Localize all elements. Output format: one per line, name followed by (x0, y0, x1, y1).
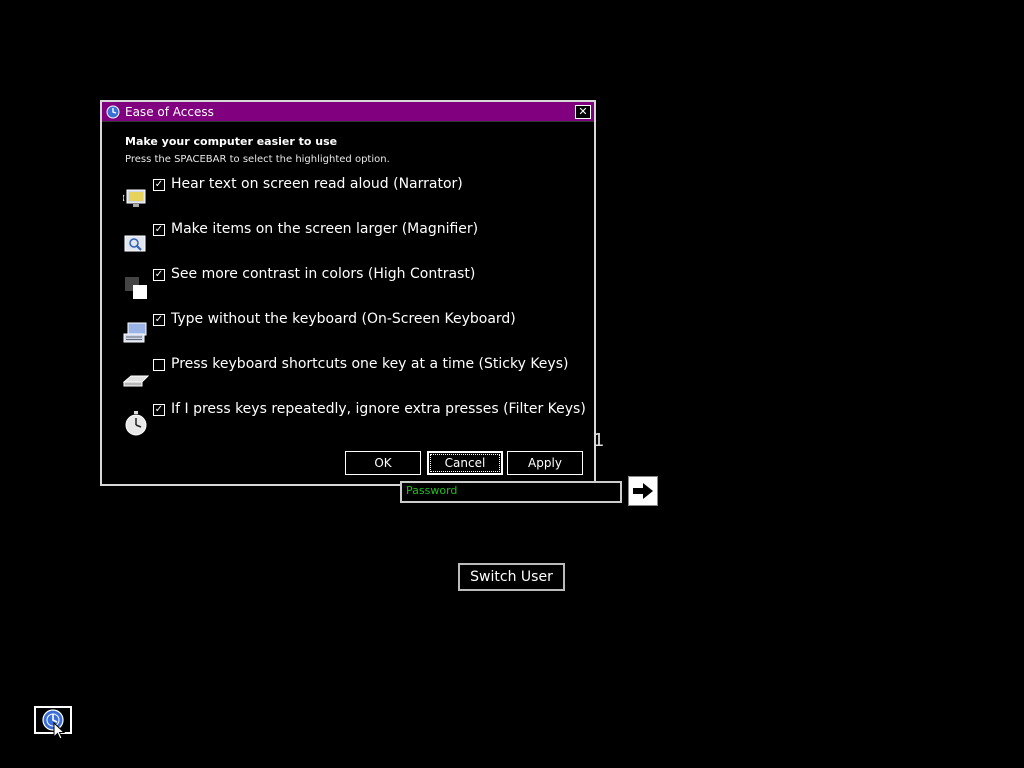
on-screen-keyboard-label: Type without the keyboard (On-Screen Key… (171, 311, 516, 327)
magnifier-checkbox[interactable]: ✓ (153, 224, 165, 236)
option-high-contrast[interactable]: ✓ See more contrast in colors (High Cont… (123, 266, 583, 305)
high-contrast-label: See more contrast in colors (High Contra… (171, 266, 476, 282)
password-input[interactable]: Password (400, 481, 622, 503)
option-narrator[interactable]: ✓ Hear text on screen read aloud (Narrat… (123, 176, 583, 215)
close-icon: ✕ (578, 104, 588, 118)
sticky-keys-checkbox[interactable] (153, 359, 165, 371)
apply-button[interactable]: Apply (507, 451, 583, 475)
switch-user-button[interactable]: Switch User (458, 563, 565, 591)
option-magnifier[interactable]: ✓ Make items on the screen larger (Magni… (123, 221, 583, 260)
dialog-title: Ease of Access (125, 104, 214, 119)
partially-hidden-text: 1 (593, 430, 605, 451)
close-button[interactable]: ✕ (575, 104, 591, 119)
narrator-checkbox[interactable]: ✓ (153, 179, 165, 191)
cancel-button[interactable]: Cancel (427, 451, 503, 475)
ease-of-access-icon (106, 105, 120, 118)
filter-keys-checkbox[interactable]: ✓ (153, 404, 165, 416)
magnifier-icon (124, 235, 146, 252)
dialog-heading: Make your computer easier to use (125, 135, 338, 148)
on-screen-keyboard-icon (123, 322, 147, 343)
magnifier-label: Make items on the screen larger (Magnifi… (171, 221, 479, 237)
dialog-instructions: Press the SPACEBAR to select the highlig… (125, 154, 390, 165)
sticky-keys-label: Press keyboard shortcuts one key at a ti… (171, 356, 569, 372)
narrator-icon (123, 189, 146, 207)
dialog-titlebar[interactable]: Ease of Access ✕ (102, 102, 594, 122)
high-contrast-icon (125, 277, 147, 299)
option-sticky-keys[interactable]: Press keyboard shortcuts one key at a ti… (123, 356, 583, 395)
ok-button[interactable]: OK (345, 451, 421, 475)
narrator-label: Hear text on screen read aloud (Narrator… (171, 176, 463, 192)
option-filter-keys[interactable]: ✓ If I press keys repeatedly, ignore ext… (123, 401, 586, 440)
password-placeholder: Password (406, 484, 458, 497)
sticky-keys-icon (123, 375, 149, 387)
filter-keys-icon (125, 411, 147, 436)
arrow-right-icon (633, 483, 653, 499)
filter-keys-label: If I press keys repeatedly, ignore extra… (171, 401, 586, 417)
ease-of-access-dialog: Ease of Access ✕ Make your computer easi… (100, 100, 596, 486)
on-screen-keyboard-checkbox[interactable]: ✓ (153, 314, 165, 326)
high-contrast-checkbox[interactable]: ✓ (153, 269, 165, 281)
mouse-cursor-icon (53, 722, 65, 740)
submit-arrow-button[interactable] (628, 476, 658, 506)
option-on-screen-keyboard[interactable]: ✓ Type without the keyboard (On-Screen K… (123, 311, 583, 350)
